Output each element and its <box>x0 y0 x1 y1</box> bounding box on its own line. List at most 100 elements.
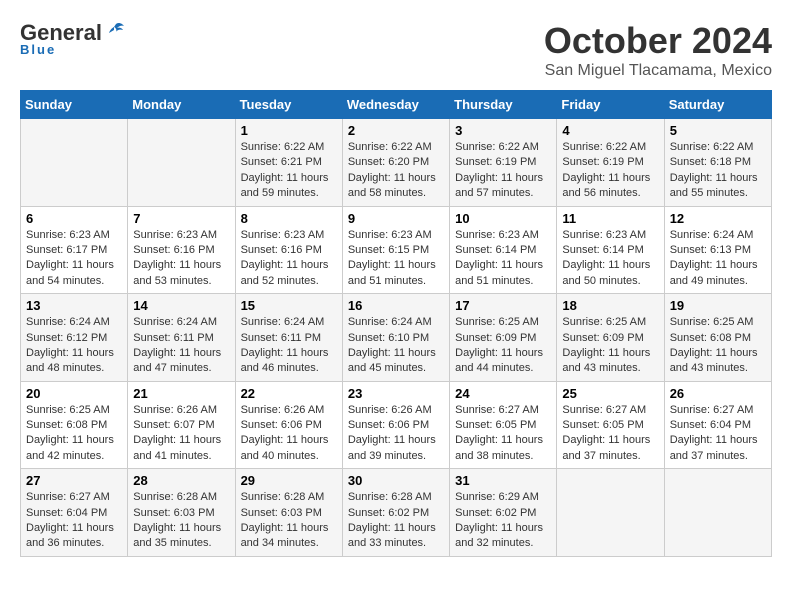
day-number: 30 <box>348 473 444 488</box>
header-sunday: Sunday <box>21 91 128 119</box>
day-info: Sunrise: 6:25 AM Sunset: 6:08 PM Dayligh… <box>26 403 122 465</box>
calendar-cell: 8Sunrise: 6:23 AM Sunset: 6:16 PM Daylig… <box>235 206 342 294</box>
day-number: 16 <box>348 298 444 313</box>
calendar-week-row: 27 Sunrise: 6:27 AM Sunset: 6:04 PM Dayli… <box>21 469 772 557</box>
day-number: 11 <box>562 211 658 226</box>
calendar-cell: 23 Sunrise: 6:26 AM Sunset: 6:06 PM Dayli… <box>342 381 449 469</box>
month-title: October 2024 <box>544 20 772 62</box>
calendar-cell: 25 Sunrise: 6:27 AM Sunset: 6:05 PM Dayli… <box>557 381 664 469</box>
location: San Miguel Tlacamama, Mexico <box>544 62 772 80</box>
calendar-cell: 5 Sunrise: 6:22 AM Sunset: 6:18 PM Daylig… <box>664 119 771 207</box>
calendar-cell: 29 Sunrise: 6:28 AM Sunset: 6:03 PM Dayli… <box>235 469 342 557</box>
calendar-cell: 31 Sunrise: 6:29 AM Sunset: 6:02 PM Dayli… <box>450 469 557 557</box>
day-number: 26 <box>670 386 766 401</box>
calendar-week-row: 20 Sunrise: 6:25 AM Sunset: 6:08 PM Dayli… <box>21 381 772 469</box>
day-info: Sunrise: 6:23 AM Sunset: 6:14 PM Dayligh… <box>455 228 551 290</box>
day-number: 12 <box>670 211 766 226</box>
calendar-cell: 27 Sunrise: 6:27 AM Sunset: 6:04 PM Dayli… <box>21 469 128 557</box>
day-info: Sunrise: 6:23 AM Sunset: 6:16 PM Dayligh… <box>241 228 337 290</box>
calendar-table: Sunday Monday Tuesday Wednesday Thursday… <box>20 90 772 557</box>
calendar-cell: 21 Sunrise: 6:26 AM Sunset: 6:07 PM Dayli… <box>128 381 235 469</box>
day-number: 17 <box>455 298 551 313</box>
header-thursday: Thursday <box>450 91 557 119</box>
calendar-cell: 1Sunrise: 6:22 AM Sunset: 6:21 PM Daylig… <box>235 119 342 207</box>
day-info: Sunrise: 6:27 AM Sunset: 6:05 PM Dayligh… <box>562 403 658 465</box>
calendar-cell: 19 Sunrise: 6:25 AM Sunset: 6:08 PM Dayli… <box>664 294 771 382</box>
day-number: 19 <box>670 298 766 313</box>
header-tuesday: Tuesday <box>235 91 342 119</box>
day-info: Sunrise: 6:23 AM Sunset: 6:17 PM Dayligh… <box>26 228 122 290</box>
day-info: Sunrise: 6:25 AM Sunset: 6:09 PM Dayligh… <box>562 315 658 377</box>
calendar-cell: 18 Sunrise: 6:25 AM Sunset: 6:09 PM Dayli… <box>557 294 664 382</box>
day-number: 18 <box>562 298 658 313</box>
day-info: Sunrise: 6:23 AM Sunset: 6:16 PM Dayligh… <box>133 228 229 290</box>
page-header: General Blue October 2024 San Miguel Tla… <box>20 20 772 80</box>
header-friday: Friday <box>557 91 664 119</box>
header-saturday: Saturday <box>664 91 771 119</box>
calendar-cell: 17Sunrise: 6:25 AM Sunset: 6:09 PM Dayli… <box>450 294 557 382</box>
day-number: 6 <box>26 211 122 226</box>
logo-bird-icon <box>104 20 126 42</box>
day-info: Sunrise: 6:28 AM Sunset: 6:03 PM Dayligh… <box>133 490 229 552</box>
calendar-cell <box>128 119 235 207</box>
calendar-cell <box>557 469 664 557</box>
calendar-week-row: 6 Sunrise: 6:23 AM Sunset: 6:17 PM Daylig… <box>21 206 772 294</box>
day-number: 10 <box>455 211 551 226</box>
day-info: Sunrise: 6:27 AM Sunset: 6:04 PM Dayligh… <box>670 403 766 465</box>
day-number: 20 <box>26 386 122 401</box>
calendar-cell: 2Sunrise: 6:22 AM Sunset: 6:20 PM Daylig… <box>342 119 449 207</box>
logo: General Blue <box>20 20 126 57</box>
day-number: 5 <box>670 123 766 138</box>
day-number: 15 <box>241 298 337 313</box>
calendar-cell: 20 Sunrise: 6:25 AM Sunset: 6:08 PM Dayli… <box>21 381 128 469</box>
day-number: 7 <box>133 211 229 226</box>
day-info: Sunrise: 6:26 AM Sunset: 6:06 PM Dayligh… <box>348 403 444 465</box>
day-number: 25 <box>562 386 658 401</box>
day-number: 23 <box>348 386 444 401</box>
day-number: 27 <box>26 473 122 488</box>
calendar-cell: 14Sunrise: 6:24 AM Sunset: 6:11 PM Dayli… <box>128 294 235 382</box>
day-info: Sunrise: 6:26 AM Sunset: 6:07 PM Dayligh… <box>133 403 229 465</box>
day-number: 1 <box>241 123 337 138</box>
calendar-cell: 22Sunrise: 6:26 AM Sunset: 6:06 PM Dayli… <box>235 381 342 469</box>
calendar-cell: 11Sunrise: 6:23 AM Sunset: 6:14 PM Dayli… <box>557 206 664 294</box>
day-info: Sunrise: 6:23 AM Sunset: 6:15 PM Dayligh… <box>348 228 444 290</box>
calendar-cell: 30Sunrise: 6:28 AM Sunset: 6:02 PM Dayli… <box>342 469 449 557</box>
day-number: 24 <box>455 386 551 401</box>
day-info: Sunrise: 6:26 AM Sunset: 6:06 PM Dayligh… <box>241 403 337 465</box>
day-number: 4 <box>562 123 658 138</box>
day-info: Sunrise: 6:22 AM Sunset: 6:18 PM Dayligh… <box>670 140 766 202</box>
day-info: Sunrise: 6:29 AM Sunset: 6:02 PM Dayligh… <box>455 490 551 552</box>
calendar-cell: 24Sunrise: 6:27 AM Sunset: 6:05 PM Dayli… <box>450 381 557 469</box>
header-monday: Monday <box>128 91 235 119</box>
calendar-cell: 9 Sunrise: 6:23 AM Sunset: 6:15 PM Daylig… <box>342 206 449 294</box>
calendar-cell: 12Sunrise: 6:24 AM Sunset: 6:13 PM Dayli… <box>664 206 771 294</box>
day-number: 28 <box>133 473 229 488</box>
calendar-cell <box>21 119 128 207</box>
day-info: Sunrise: 6:25 AM Sunset: 6:08 PM Dayligh… <box>670 315 766 377</box>
day-number: 29 <box>241 473 337 488</box>
calendar-week-row: 13Sunrise: 6:24 AM Sunset: 6:12 PM Dayli… <box>21 294 772 382</box>
calendar-cell: 26 Sunrise: 6:27 AM Sunset: 6:04 PM Dayli… <box>664 381 771 469</box>
calendar-cell: 16 Sunrise: 6:24 AM Sunset: 6:10 PM Dayli… <box>342 294 449 382</box>
calendar-cell: 3Sunrise: 6:22 AM Sunset: 6:19 PM Daylig… <box>450 119 557 207</box>
calendar-cell: 15 Sunrise: 6:24 AM Sunset: 6:11 PM Dayli… <box>235 294 342 382</box>
day-number: 9 <box>348 211 444 226</box>
calendar-cell: 6 Sunrise: 6:23 AM Sunset: 6:17 PM Daylig… <box>21 206 128 294</box>
day-number: 21 <box>133 386 229 401</box>
calendar-cell: 10 Sunrise: 6:23 AM Sunset: 6:14 PM Dayli… <box>450 206 557 294</box>
day-info: Sunrise: 6:22 AM Sunset: 6:20 PM Dayligh… <box>348 140 444 202</box>
day-number: 14 <box>133 298 229 313</box>
day-info: Sunrise: 6:28 AM Sunset: 6:03 PM Dayligh… <box>241 490 337 552</box>
calendar-cell: 13Sunrise: 6:24 AM Sunset: 6:12 PM Dayli… <box>21 294 128 382</box>
day-number: 31 <box>455 473 551 488</box>
day-info: Sunrise: 6:24 AM Sunset: 6:10 PM Dayligh… <box>348 315 444 377</box>
day-info: Sunrise: 6:22 AM Sunset: 6:19 PM Dayligh… <box>562 140 658 202</box>
calendar-header-row: Sunday Monday Tuesday Wednesday Thursday… <box>21 91 772 119</box>
day-info: Sunrise: 6:27 AM Sunset: 6:04 PM Dayligh… <box>26 490 122 552</box>
calendar-cell: 7 Sunrise: 6:23 AM Sunset: 6:16 PM Daylig… <box>128 206 235 294</box>
day-info: Sunrise: 6:24 AM Sunset: 6:11 PM Dayligh… <box>241 315 337 377</box>
calendar-cell: 4 Sunrise: 6:22 AM Sunset: 6:19 PM Daylig… <box>557 119 664 207</box>
header-wednesday: Wednesday <box>342 91 449 119</box>
day-info: Sunrise: 6:22 AM Sunset: 6:19 PM Dayligh… <box>455 140 551 202</box>
